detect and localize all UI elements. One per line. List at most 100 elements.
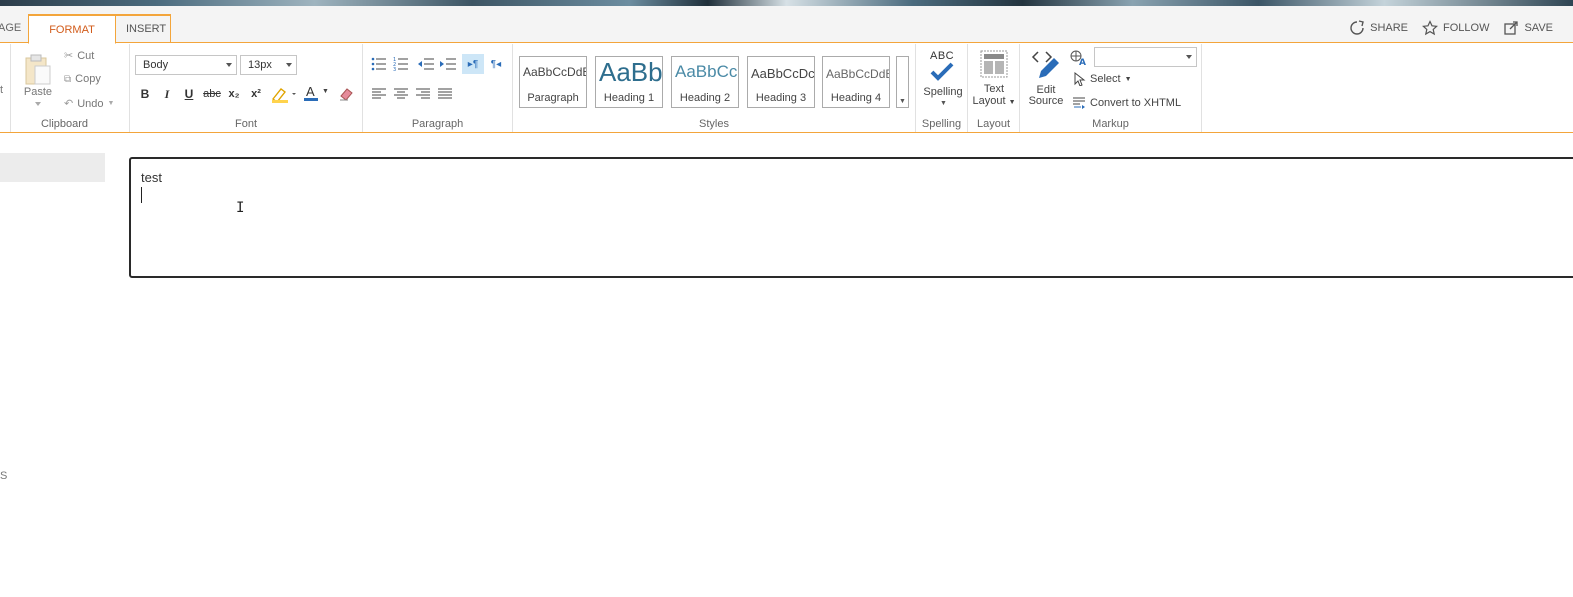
font-color-button[interactable]: A ▼ xyxy=(302,84,332,104)
chevron-down-icon: ▼ xyxy=(107,100,115,107)
italic-button[interactable]: I xyxy=(157,84,177,104)
justify-button[interactable] xyxy=(435,84,455,104)
align-left-button[interactable] xyxy=(369,84,389,104)
select-button[interactable]: Select ▼ xyxy=(1074,72,1132,86)
rtl-icon: ¶◂ xyxy=(490,58,502,70)
save-label: SAVE xyxy=(1524,22,1553,34)
spelling-button[interactable]: ABC Spelling ▼ xyxy=(920,48,966,110)
style-heading-4[interactable]: AaBbCcDdE Heading 4 xyxy=(822,56,890,108)
justify-icon xyxy=(438,88,452,99)
align-center-button[interactable] xyxy=(391,84,411,104)
copy-button[interactable]: ⧉ Copy xyxy=(64,73,101,85)
text-layout-label-line1: Text xyxy=(983,83,1005,95)
text-layout-button[interactable]: Text Layout ▼ xyxy=(971,50,1017,112)
decrease-indent-button[interactable] xyxy=(415,54,435,74)
cut-button[interactable]: ✂ Cut xyxy=(64,49,94,63)
style-heading-1[interactable]: AaBb Heading 1 xyxy=(595,56,663,108)
follow-button[interactable]: FOLLOW xyxy=(1422,20,1489,36)
paste-button[interactable]: Paste xyxy=(22,52,54,114)
copy-icon: ⧉ xyxy=(64,73,72,85)
clipboard-partial-text: t xyxy=(0,84,4,96)
edit-source-icon xyxy=(1031,51,1059,78)
edit-source-label-line2: Source xyxy=(1028,95,1064,107)
styles-group-label: Styles xyxy=(699,118,729,130)
convert-xhtml-button[interactable]: Convert to XHTML xyxy=(1072,96,1181,110)
style-name: Heading 3 xyxy=(755,92,807,104)
style-paragraph[interactable]: AaBbCcDdE Paragraph xyxy=(519,56,587,108)
rtl-button[interactable]: ¶◂ xyxy=(486,54,506,74)
style-name: Paragraph xyxy=(527,92,579,104)
style-name: Heading 2 xyxy=(679,92,731,104)
convert-icon xyxy=(1073,97,1085,109)
spelling-group-label: Spelling xyxy=(921,118,962,130)
bold-button[interactable]: B xyxy=(135,84,155,104)
align-right-button[interactable] xyxy=(413,84,433,104)
group-paragraph: 123 ▸¶ ¶◂ Paragraph xyxy=(363,44,513,132)
style-heading-3[interactable]: AaBbCcDc Heading 3 xyxy=(747,56,815,108)
styles-more-button[interactable]: ▼ xyxy=(896,56,909,108)
numbering-button[interactable]: 123 xyxy=(391,54,411,74)
strikethrough-button[interactable]: abc xyxy=(202,84,222,104)
copy-label: Copy xyxy=(75,73,101,85)
chevron-down-icon: ▼ xyxy=(1008,99,1016,106)
rich-text-editor[interactable]: test xyxy=(129,157,1573,278)
superscript-button[interactable]: x² xyxy=(246,84,266,104)
font-family-value: Body xyxy=(143,59,169,71)
group-clipboard: t Paste ✂ Cut ⧉ Copy ↶ Undo ▼ Clipboard xyxy=(0,44,130,132)
font-color-letter: A xyxy=(306,84,315,99)
text-caret xyxy=(141,187,142,203)
svg-text:3: 3 xyxy=(393,67,396,72)
clipboard-group-label: Clipboard xyxy=(40,118,89,130)
undo-button[interactable]: ↶ Undo ▼ xyxy=(64,97,115,111)
font-color-swatch xyxy=(304,98,318,101)
text-layout-icon xyxy=(980,50,1008,78)
align-left-icon xyxy=(372,88,386,99)
font-group-label: Font xyxy=(234,118,257,130)
top-actions: SHARE FOLLOW SAVE xyxy=(1349,20,1553,36)
quick-launch-partial-text: S xyxy=(0,470,8,482)
checkmark-icon xyxy=(930,62,954,81)
eraser-icon xyxy=(340,88,353,101)
editor-content: test xyxy=(141,170,162,185)
markup-group-label: Markup xyxy=(1092,118,1129,130)
ltr-button[interactable]: ▸¶ xyxy=(462,54,484,74)
chevron-down-icon: ▼ xyxy=(1124,75,1132,83)
underline-button[interactable]: U xyxy=(179,84,199,104)
align-center-icon xyxy=(394,88,408,99)
bullets-button[interactable] xyxy=(369,54,389,74)
font-family-select[interactable]: Body xyxy=(135,55,237,75)
language-select[interactable] xyxy=(1094,47,1197,67)
undo-icon: ↶ xyxy=(64,98,74,110)
cursor-arrow-icon xyxy=(1074,72,1086,86)
text-layout-label-line2-wrap: Layout ▼ xyxy=(971,95,1017,107)
language-icon: A xyxy=(1070,50,1088,68)
share-button[interactable]: SHARE xyxy=(1349,20,1408,36)
style-heading-2[interactable]: AaBbCc Heading 2 xyxy=(671,56,739,108)
paste-label: Paste xyxy=(23,86,53,98)
group-styles: AaBbCcDdE Paragraph AaBb Heading 1 AaBbC… xyxy=(513,44,916,132)
indent-icon xyxy=(440,58,456,70)
clear-format-button[interactable] xyxy=(336,84,356,104)
style-preview: AaBbCc xyxy=(675,62,738,81)
subscript-button[interactable]: x₂ xyxy=(224,84,244,104)
tab-format-text[interactable]: FORMAT TEXT xyxy=(28,14,116,65)
spelling-abc-text: ABC xyxy=(930,50,955,62)
svg-text:A: A xyxy=(1079,58,1086,66)
chevron-down-icon: ▼ xyxy=(899,98,906,105)
group-markup: Edit Source A Select ▼ Convert to XHTML … xyxy=(1020,44,1202,132)
share-icon xyxy=(1350,20,1364,35)
scissors-icon: ✂ xyxy=(64,50,74,62)
tab-page[interactable]: AGE xyxy=(0,14,31,43)
ibeam-cursor-icon: I xyxy=(236,200,245,216)
font-size-select[interactable]: 13px xyxy=(240,55,297,75)
star-icon xyxy=(1422,20,1439,36)
save-button[interactable]: SAVE xyxy=(1503,20,1553,36)
tab-insert[interactable]: INSERT xyxy=(116,14,171,43)
edit-source-button[interactable]: Edit Source xyxy=(1026,48,1066,110)
paragraph-group-label: Paragraph xyxy=(411,118,464,130)
increase-indent-button[interactable] xyxy=(437,54,457,74)
quick-launch-item[interactable] xyxy=(0,153,105,182)
paste-icon xyxy=(25,54,51,85)
style-name: Heading 4 xyxy=(830,92,882,104)
highlight-color-button[interactable] xyxy=(269,84,299,104)
